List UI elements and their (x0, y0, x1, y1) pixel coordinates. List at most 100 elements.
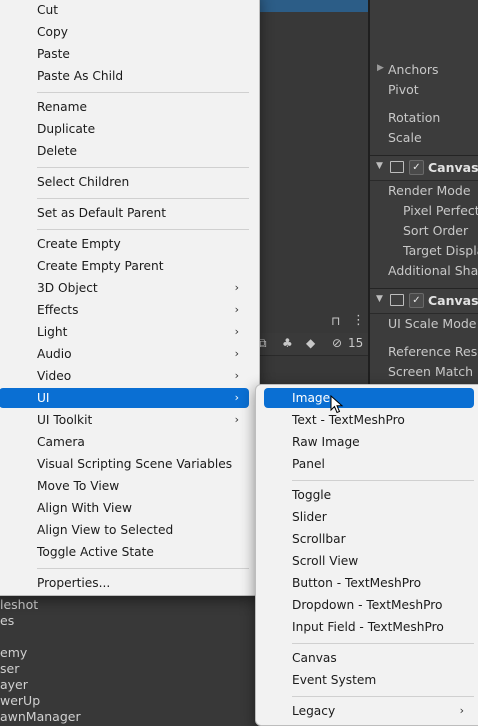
canvas-component-title: Canvas (428, 160, 478, 175)
hierarchy-toolbar: ⧉ ♣ ◆ ⊘ 15 (250, 333, 368, 356)
hierarchy-item[interactable]: leshot (0, 597, 38, 612)
menu-item-audio[interactable]: Audio › (0, 344, 249, 364)
menu-item-ui[interactable]: UI › (0, 388, 249, 408)
chevron-right-icon: › (234, 347, 239, 360)
hierarchy-item[interactable]: werUp (0, 693, 40, 708)
menu-separator (292, 696, 474, 697)
inspector-anchors[interactable]: Anchors (388, 62, 439, 77)
menu-item-align-with-view[interactable]: Align With View (0, 498, 249, 518)
canvas-scaler-title: Canvas S (428, 293, 478, 308)
menu-separator (37, 568, 249, 569)
inspector-render-mode: Render Mode (388, 183, 471, 198)
inspector-rotation: Rotation (388, 110, 441, 125)
menu-item-toggle-active-state[interactable]: Toggle Active State (0, 542, 249, 562)
menu-item-panel[interactable]: Panel (264, 454, 474, 474)
menu-item-ui-toolkit[interactable]: UI Toolkit › (0, 410, 249, 430)
menu-item-create-empty-parent[interactable]: Create Empty Parent (0, 256, 249, 276)
canvas-scaler-icon (390, 294, 404, 306)
menu-item-label: Video (37, 369, 72, 383)
menu-separator (292, 480, 474, 481)
menu-separator (37, 198, 249, 199)
chevron-right-icon: › (234, 325, 239, 338)
hierarchy-item[interactable]: awnManager (0, 709, 81, 724)
inspector-sort-order: Sort Order (403, 223, 469, 238)
menu-item-dropdown-textmeshpro[interactable]: Dropdown - TextMeshPro (264, 595, 474, 615)
inspector-additional-shader: Additional Shade (388, 263, 478, 278)
menu-item-canvas[interactable]: Canvas (264, 648, 474, 668)
chevron-right-icon: › (234, 303, 239, 316)
menu-item-paste[interactable]: Paste (0, 44, 249, 64)
more-options-icon[interactable]: ⋮ (352, 313, 365, 328)
menu-item-align-view-to-selected[interactable]: Align View to Selected (0, 520, 249, 540)
canvas-scaler-enabled-checkbox[interactable]: ✓ (409, 293, 424, 308)
menu-item-label: Audio (37, 347, 72, 361)
menu-separator (37, 92, 249, 93)
lock-icon[interactable]: ⊓ (331, 314, 340, 328)
menu-item-event-system[interactable]: Event System (264, 670, 474, 690)
visibility-count: 15 (348, 336, 364, 350)
menu-item-select-children[interactable]: Select Children (0, 172, 249, 192)
menu-item-text-textmeshpro[interactable]: Text - TextMeshPro (264, 410, 474, 430)
chevron-right-icon: › (234, 413, 239, 426)
collapse-triangle-icon[interactable]: ▼ (376, 161, 383, 171)
inspector-reference-resolution: Reference Reso (388, 344, 478, 359)
hierarchy-item[interactable]: ayer (0, 677, 28, 692)
ui-submenu: Image Text - TextMeshPro Raw Image Panel… (255, 384, 478, 726)
menu-item-legacy[interactable]: Legacy › (264, 701, 474, 721)
menu-separator (37, 229, 249, 230)
prefab-icon[interactable]: ♣ (282, 336, 293, 350)
menu-item-cut[interactable]: Cut (0, 0, 249, 20)
menu-item-3d-object[interactable]: 3D Object › (0, 278, 249, 298)
canvas-enabled-checkbox[interactable]: ✓ (409, 160, 424, 175)
menu-item-paste-as-child[interactable]: Paste As Child (0, 66, 249, 86)
tag-icon[interactable]: ◆ (306, 336, 315, 350)
menu-item-label: Light (37, 325, 68, 339)
menu-item-visual-scripting-scene-variables[interactable]: Visual Scripting Scene Variables (0, 454, 249, 474)
menu-separator (37, 167, 249, 168)
hierarchy-item[interactable]: emy (0, 645, 27, 660)
menu-item-button-textmeshpro[interactable]: Button - TextMeshPro (264, 573, 474, 593)
hierarchy-item[interactable]: es (0, 613, 14, 628)
canvas-component-header[interactable]: ▼ ✓ Canvas (370, 155, 478, 181)
menu-item-image[interactable]: Image (264, 388, 474, 408)
menu-item-light[interactable]: Light › (0, 322, 249, 342)
collapse-triangle-icon[interactable]: ▼ (376, 294, 383, 304)
menu-item-label: UI (37, 391, 50, 405)
inspector-screen-match-mode: Screen Match M (388, 364, 478, 379)
menu-item-move-to-view[interactable]: Move To View (0, 476, 249, 496)
menu-item-create-empty[interactable]: Create Empty (0, 234, 249, 254)
menu-item-rename[interactable]: Rename (0, 97, 249, 117)
canvas-scaler-component-header[interactable]: ▼ ✓ Canvas S (370, 288, 478, 314)
inspector-target-display: Target Displa (403, 243, 478, 258)
chevron-right-icon: › (234, 391, 239, 404)
chevron-right-icon: › (234, 369, 239, 382)
menu-item-label: Effects (37, 303, 79, 317)
menu-item-label: UI Toolkit (37, 413, 93, 427)
menu-item-scroll-view[interactable]: Scroll View (264, 551, 474, 571)
hierarchy-item[interactable]: ser (0, 661, 19, 676)
menu-item-camera[interactable]: Camera (0, 432, 249, 452)
menu-separator (292, 643, 474, 644)
menu-item-label: 3D Object (37, 281, 98, 295)
inspector-pixel-perfect: Pixel Perfect (403, 203, 478, 218)
menu-item-input-field-textmeshpro[interactable]: Input Field - TextMeshPro (264, 617, 474, 637)
menu-item-delete[interactable]: Delete (0, 141, 249, 161)
inspector-pivot: Pivot (388, 82, 419, 97)
menu-item-set-default-parent[interactable]: Set as Default Parent (0, 203, 249, 223)
mouse-cursor-icon (330, 395, 344, 414)
menu-item-video[interactable]: Video › (0, 366, 249, 386)
menu-item-effects[interactable]: Effects › (0, 300, 249, 320)
menu-item-properties[interactable]: Properties... (0, 573, 249, 593)
menu-item-slider[interactable]: Slider (264, 507, 474, 527)
canvas-component-icon (390, 161, 404, 173)
visibility-icon[interactable]: ⊘ (332, 336, 342, 350)
menu-item-duplicate[interactable]: Duplicate (0, 119, 249, 139)
menu-item-raw-image[interactable]: Raw Image (264, 432, 474, 452)
menu-item-toggle[interactable]: Toggle (264, 485, 474, 505)
chevron-right-icon: › (459, 704, 464, 717)
menu-item-scrollbar[interactable]: Scrollbar (264, 529, 474, 549)
menu-item-copy[interactable]: Copy (0, 22, 249, 42)
hierarchy-context-menu: Cut Copy Paste Paste As Child Rename Dup… (0, 0, 260, 596)
expand-triangle-icon[interactable]: ▶ (377, 63, 384, 73)
chevron-right-icon: › (234, 281, 239, 294)
